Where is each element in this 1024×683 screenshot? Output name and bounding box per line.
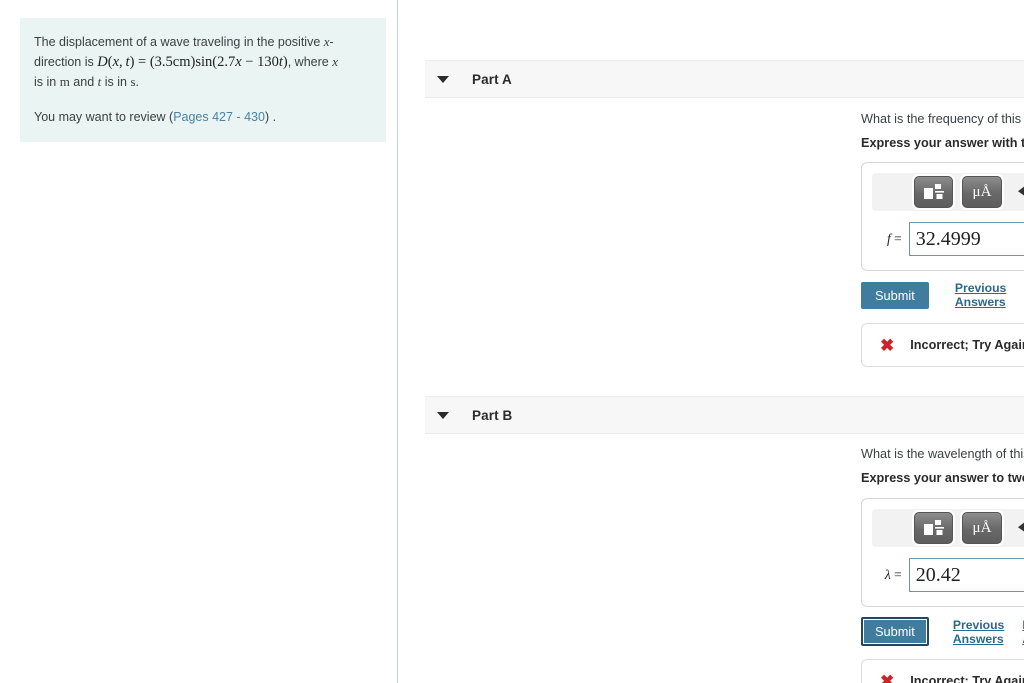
part-a-toolbar: μÅ — [872, 173, 1024, 211]
page-root: The displacement of a wave traveling in … — [0, 0, 1024, 683]
statement-after-formula: , where — [287, 55, 333, 69]
statement-units: is in m and t is in s. — [34, 74, 139, 89]
template-picker-button[interactable] — [914, 176, 954, 208]
part-a-submit-row: Submit Previous Answers Request Answer — [861, 281, 1024, 309]
undo-arrow-glyph — [1017, 522, 1024, 532]
review-pages-link[interactable]: Pages 427 - 430 — [173, 110, 265, 124]
part-a-title: Part A — [472, 71, 512, 87]
undo-icon[interactable] — [1011, 178, 1024, 206]
part-a-answer-label: f = — [887, 231, 902, 246]
part-b-instruction: Express your answer to two significant f… — [861, 471, 1024, 485]
part-b-previous-answers-link[interactable]: Previous Answers — [953, 618, 1004, 646]
statement-lead: The displacement of a wave traveling in … — [34, 35, 324, 49]
units-button-label: μÅ — [972, 183, 992, 200]
chevron-down-icon[interactable] — [437, 411, 449, 419]
error-x-icon: ✖ — [880, 671, 895, 683]
wave-equation: D(x, t) = (3.5cm)sin(2.7x − 130t) — [97, 54, 288, 70]
undo-icon[interactable] — [1011, 514, 1024, 542]
part-a-answer-row: f = 32.4999 Hz — [862, 211, 1024, 270]
problem-statement-text: The displacement of a wave traveling in … — [34, 32, 371, 92]
part-a-feedback: ✖ Incorrect; Try Again; 4 attempts remai… — [861, 323, 1024, 367]
part-b-submit-row: Submit Previous Answers Request Answer — [861, 617, 1024, 646]
part-b-question: What is the wavelength of this wave? — [861, 447, 1024, 461]
chevron-down-icon[interactable] — [437, 75, 449, 83]
part-b-answer-label: λ = — [884, 567, 902, 582]
units-button[interactable]: μÅ — [962, 176, 1002, 208]
part-a-question: What is the frequency of this wave? — [861, 112, 1024, 126]
part-b-value-input[interactable]: 20.42 — [908, 558, 1024, 592]
error-x-icon: ✖ — [880, 335, 895, 355]
part-b-feedback: ✖ Incorrect; Try Again; 3 attempts remai… — [861, 659, 1024, 683]
part-b-submit-button[interactable]: Submit — [861, 617, 929, 646]
part-b-header[interactable]: Part B — [425, 396, 1024, 434]
template-icon — [923, 520, 944, 535]
part-b-feedback-text: Incorrect; Try Again; 3 attempts remaini… — [910, 674, 1024, 683]
review-suffix: ) . — [264, 110, 277, 124]
part-b-answer-widget: μÅ λ = 20.42 — [861, 498, 1024, 607]
part-a-header[interactable]: Part A — [425, 60, 1024, 98]
undo-arrow-glyph — [1017, 186, 1024, 196]
part-a-feedback-text: Incorrect; Try Again; 4 attempts remaini… — [910, 338, 1024, 352]
parts-pane: Part A What is the frequency of this wav… — [399, 0, 1024, 683]
units-button[interactable]: μÅ — [962, 512, 1002, 544]
part-a-answer-widget: μÅ f = 32.4999 — [861, 162, 1024, 271]
problem-statement-pane: The displacement of a wave traveling in … — [0, 0, 398, 683]
part-a-previous-answers-link[interactable]: Previous Answers — [955, 281, 1006, 309]
part-a-instruction: Express your answer with the appropriate… — [861, 136, 1024, 150]
template-picker-button[interactable] — [914, 512, 954, 544]
statement-var-x2: x — [332, 54, 338, 69]
template-icon — [923, 184, 944, 199]
part-b-toolbar: μÅ — [872, 509, 1024, 547]
part-a-submit-button[interactable]: Submit — [861, 281, 929, 309]
review-prefix: You may want to review ( — [34, 110, 174, 124]
part-b-title: Part B — [472, 407, 513, 423]
units-button-label: μÅ — [972, 519, 992, 536]
part-b-answer-row: λ = 20.42 m — [862, 547, 1024, 606]
part-a-value-input[interactable]: 32.4999 — [908, 222, 1024, 256]
review-hint: You may want to review (Pages 427 - 430)… — [34, 92, 371, 127]
problem-info-box: The displacement of a wave traveling in … — [20, 18, 386, 142]
